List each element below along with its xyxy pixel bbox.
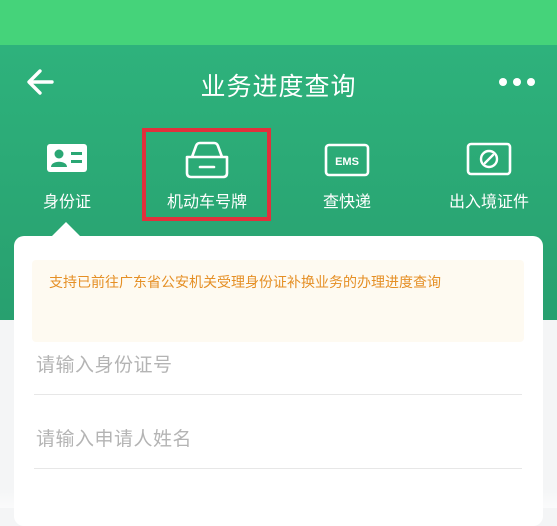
page-title: 业务进度查询 xyxy=(200,72,357,101)
status-bar xyxy=(0,0,557,45)
tab-label: 身份证 xyxy=(42,192,91,211)
tab-label: 出入境证件 xyxy=(448,192,529,211)
navbar: 业务进度查询 xyxy=(0,45,557,120)
tab-id-card[interactable]: 身份证 xyxy=(2,130,132,230)
applicant-name-placeholder: 请输入申请人姓名 xyxy=(36,428,193,450)
id-card-icon xyxy=(47,144,87,172)
bottom-fade xyxy=(0,488,557,508)
applicant-name-input[interactable]: 请输入申请人姓名 xyxy=(34,406,522,469)
id-number-input[interactable]: 请输入身份证号 xyxy=(34,332,522,395)
query-card: 支持已前往广东省公安机关受理身份证补换业务的办理进度查询 请输入身份证号 请输入… xyxy=(14,236,543,526)
tab-label: 查快递 xyxy=(322,192,371,211)
tab-express[interactable]: EMS 查快递 xyxy=(282,130,412,230)
category-tabs: 身份证 机动车号牌 EMS 查快递 出入境证件 xyxy=(0,130,557,230)
notice-text: 支持已前往广东省公安机关受理身份证补换业务的办理进度查询 xyxy=(49,275,441,291)
notice-box: 支持已前往广东省公安机关受理身份证补换业务的办理进度查询 xyxy=(32,260,524,342)
more-dots-icon xyxy=(499,78,535,86)
ems-icon: EMS xyxy=(324,143,370,177)
active-tab-caret xyxy=(52,222,80,236)
passport-icon xyxy=(466,142,512,176)
ems-icon-text: EMS xyxy=(335,156,359,168)
id-number-placeholder: 请输入身份证号 xyxy=(36,354,173,376)
more-button[interactable] xyxy=(497,73,537,91)
tab-exit-entry[interactable]: 出入境证件 xyxy=(424,130,554,230)
highlight-box xyxy=(142,128,271,221)
